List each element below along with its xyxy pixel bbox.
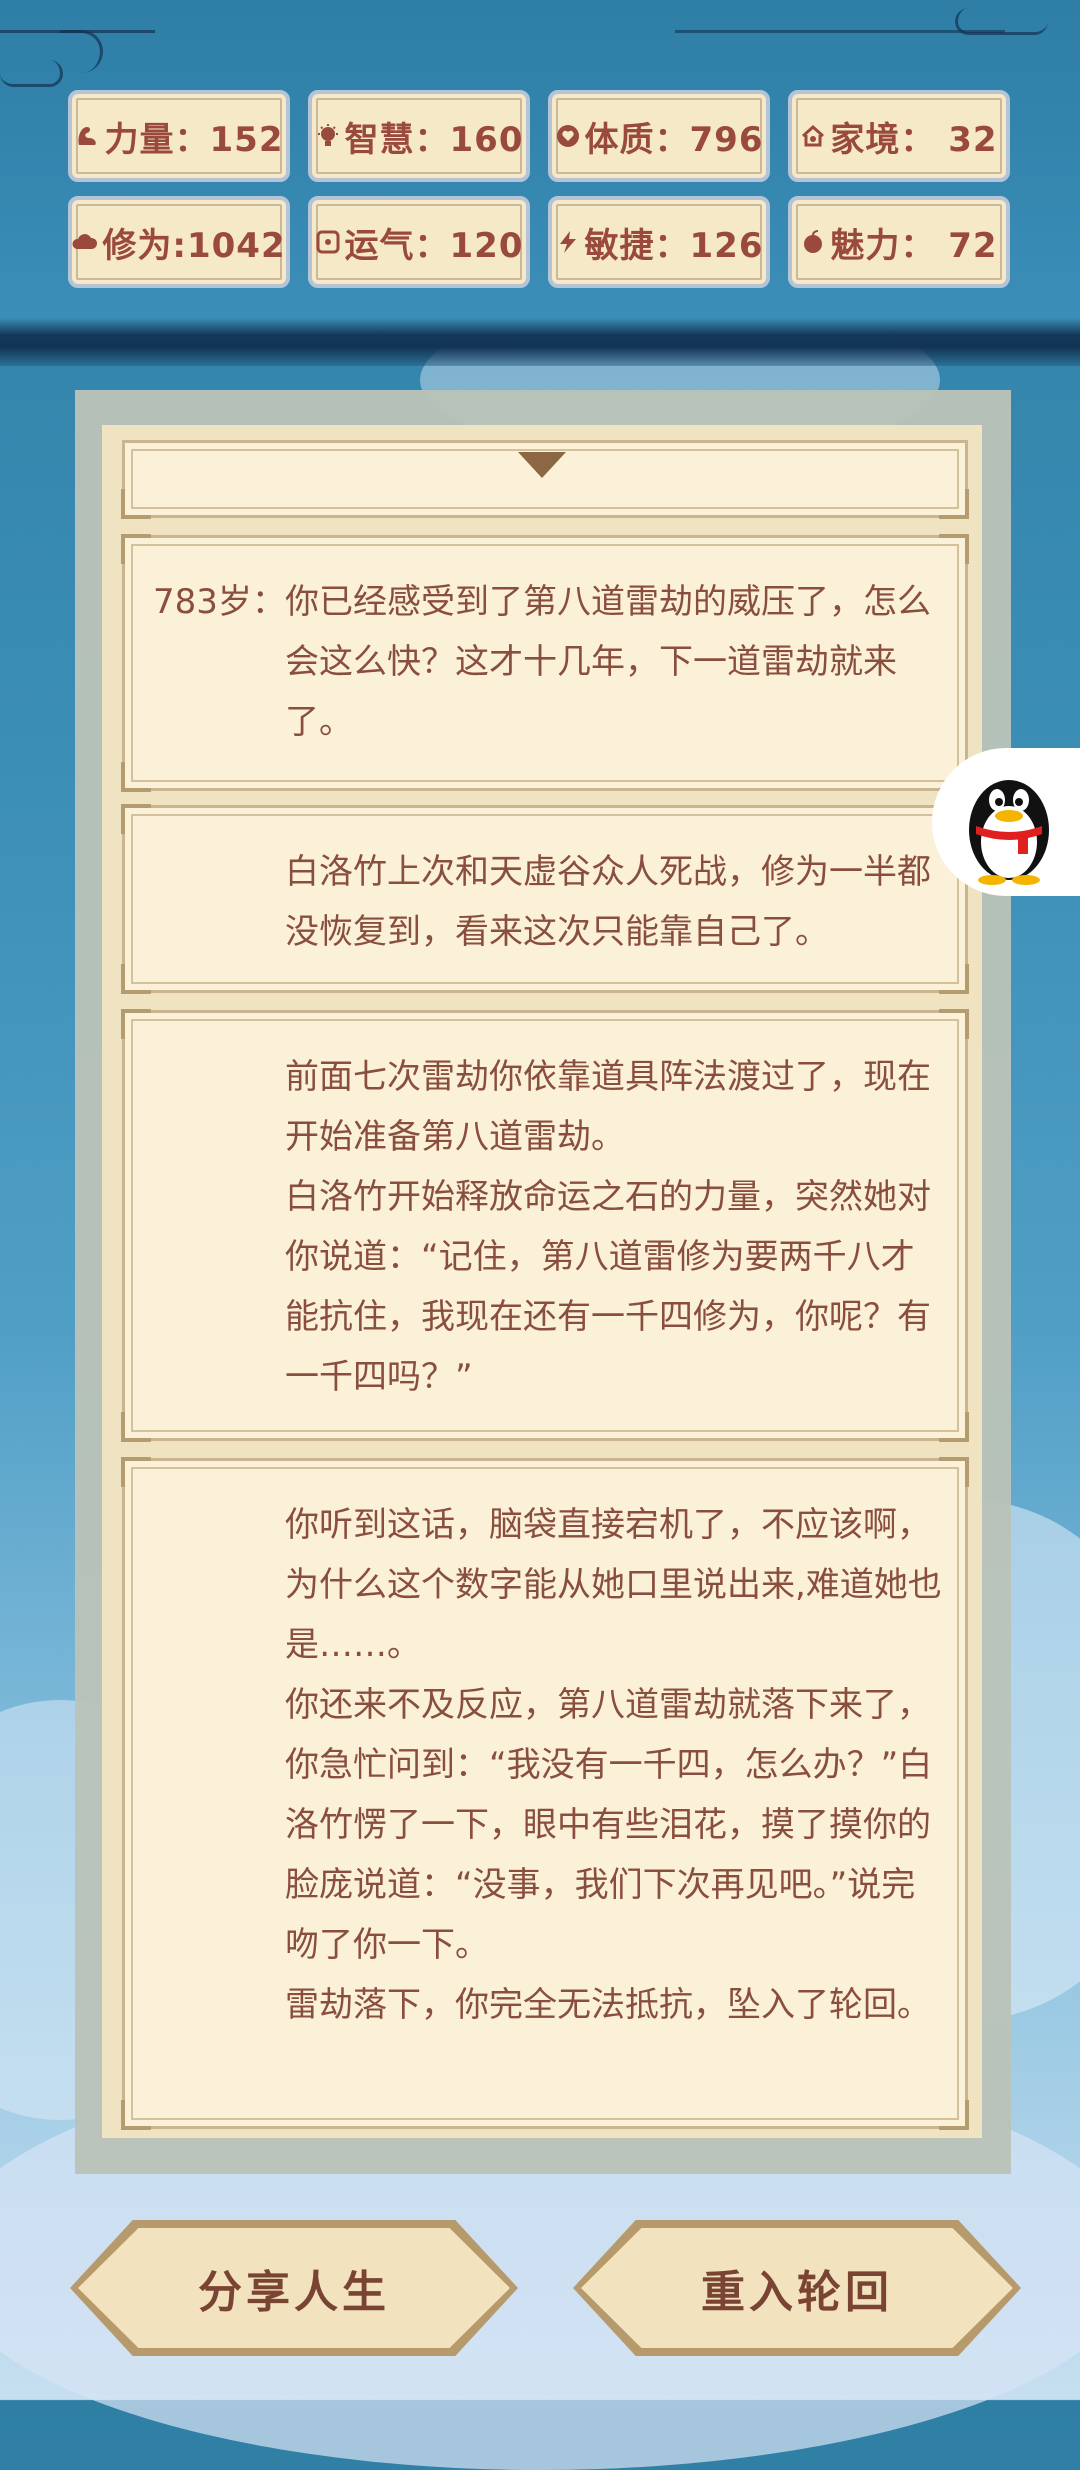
cloud-icon [72, 234, 98, 249]
entry-line: 白洛竹上次和天虚谷众人死战，修为一半都没恢复到，看来这次只能靠自己了。 [285, 852, 931, 952]
corner-ornament [121, 1457, 151, 1487]
corner-ornament [121, 964, 151, 994]
stat-wisdom: 智慧：160 [308, 90, 530, 182]
corner-ornament [939, 1009, 969, 1039]
brush-divider [0, 318, 1080, 366]
entry-text: 你已经感受到了第八道雷劫的威压了，怎么会这么快？这才十几年，下一道雷劫就来了。 [285, 572, 945, 752]
stat-luck: 运气：120 [308, 196, 530, 288]
corner-ornament [939, 2100, 969, 2130]
stat-agility: 敏捷：126 [548, 196, 770, 288]
heart-circle-icon [556, 125, 579, 147]
entry-line: 白洛竹开始释放命运之石的力量，突然她对你说道：“记住，第八道雷修为要两千八才能抗… [285, 1177, 931, 1397]
log-entry: 783岁： 你已经感受到了第八道雷劫的威压了，怎么会这么快？这才十几年，下一道雷… [121, 534, 969, 792]
corner-ornament [121, 1009, 151, 1039]
corner-ornament [121, 804, 151, 834]
entry-line: 你听到这话，脑袋直接宕机了，不应该啊，为什么这个数字能从她口里说出来,难道她也是… [285, 1505, 942, 1665]
corner-ornament [939, 1457, 969, 1487]
log-entry: 白洛竹上次和天虚谷众人死战，修为一半都没恢复到，看来这次只能靠自己了。 [121, 804, 969, 994]
qq-share-bubble[interactable] [932, 748, 1080, 896]
entry-line: 你还来不及反应，第八道雷劫就落下来了，你急忙问到：“我没有一千四，怎么办？”白洛… [285, 1685, 933, 1965]
entry-line: 雷劫落下，你完全无法抵抗，坠入了轮回。 [285, 1985, 931, 2025]
stat-strength: 力量：152 [68, 90, 290, 182]
corner-ornament [939, 1412, 969, 1442]
share-life-button[interactable]: 分享人生 [78, 2228, 510, 2348]
stat-label: 修为:1042 [102, 225, 286, 266]
stat-constitution: 体质：796 [548, 90, 770, 182]
stat-label: 力量：152 [104, 119, 284, 160]
corner-ornament [939, 534, 969, 564]
entry-line: 你已经感受到了第八道雷劫的威压了，怎么会这么快？这才十几年，下一道雷劫就来了。 [285, 582, 931, 742]
home-icon [802, 124, 825, 147]
log-entry: 前面七次雷劫你依靠道具阵法渡过了，现在开始准备第八道雷劫。 白洛竹开始释放命运之… [121, 1009, 969, 1442]
corner-ornament [121, 1412, 151, 1442]
log-entry: 你听到这话，脑袋直接宕机了，不应该啊，为什么这个数字能从她口里说出来,难道她也是… [121, 1457, 969, 2130]
collapse-arrow-icon[interactable] [518, 452, 566, 478]
entry-text: 你听到这话，脑袋直接宕机了，不应该啊，为什么这个数字能从她口里说出来,难道她也是… [285, 1495, 945, 2035]
muscle-icon [77, 127, 96, 145]
corner-ornament [121, 762, 151, 792]
entry-line: 前面七次雷劫你依靠道具阵法渡过了，现在开始准备第八道雷劫。 [285, 1057, 931, 1157]
stat-charm: 魅力： 72 [788, 196, 1010, 288]
stat-label: 魅力： 72 [830, 225, 998, 266]
stat-label: 家境： 32 [830, 119, 998, 160]
dice-icon [316, 230, 339, 254]
bulb-icon [317, 124, 338, 146]
qq-penguin-icon [969, 780, 1049, 885]
apple-icon [804, 230, 823, 253]
stat-family: 家境： 32 [788, 90, 1010, 182]
corner-ornament [939, 489, 969, 519]
stat-label: 敏捷：126 [584, 225, 764, 266]
stat-label: 体质：796 [584, 119, 764, 160]
stat-label: 智慧：160 [344, 119, 524, 160]
entry-age: 783岁： [153, 582, 286, 622]
stat-label: 运气：120 [344, 225, 524, 266]
entry-text: 前面七次雷劫你依靠道具阵法渡过了，现在开始准备第八道雷劫。 白洛竹开始释放命运之… [285, 1047, 945, 1407]
stat-cultivation: 修为:1042 [68, 196, 290, 288]
corner-ornament [121, 489, 151, 519]
restart-reincarnation-button[interactable]: 重入轮回 [581, 2228, 1013, 2348]
corner-ornament [939, 964, 969, 994]
lightning-icon [559, 231, 576, 253]
entry-text: 白洛竹上次和天虚谷众人死战，修为一半都没恢复到，看来这次只能靠自己了。 [285, 842, 945, 962]
corner-ornament [121, 534, 151, 564]
corner-ornament [121, 2100, 151, 2130]
